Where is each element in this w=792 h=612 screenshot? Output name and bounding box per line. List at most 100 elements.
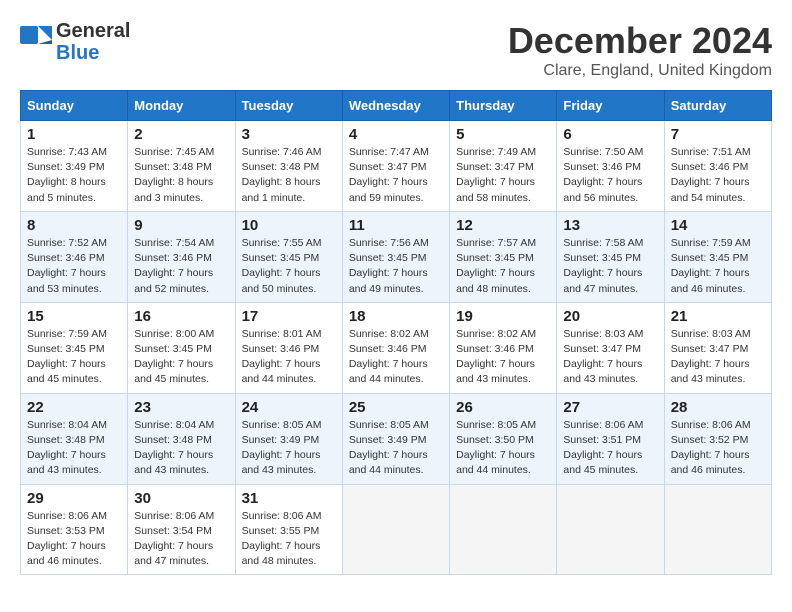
day-detail: Sunrise: 7:45 AMSunset: 3:48 PMDaylight:… (134, 145, 228, 206)
day-detail: Sunrise: 8:03 AMSunset: 3:47 PMDaylight:… (563, 327, 657, 388)
calendar-cell: 23 Sunrise: 8:04 AMSunset: 3:48 PMDaylig… (128, 393, 235, 484)
day-detail: Sunrise: 7:49 AMSunset: 3:47 PMDaylight:… (456, 145, 550, 206)
day-number: 3 (242, 126, 336, 143)
header-wednesday: Wednesday (342, 91, 449, 121)
calendar-cell: 14 Sunrise: 7:59 AMSunset: 3:45 PMDaylig… (664, 211, 771, 302)
calendar-cell: 30 Sunrise: 8:06 AMSunset: 3:54 PMDaylig… (128, 484, 235, 575)
calendar-cell: 20 Sunrise: 8:03 AMSunset: 3:47 PMDaylig… (557, 302, 664, 393)
calendar-cell (342, 484, 449, 575)
day-number: 26 (456, 399, 550, 416)
logo-blue: Blue (56, 42, 99, 64)
day-detail: Sunrise: 7:50 AMSunset: 3:46 PMDaylight:… (563, 145, 657, 206)
day-number: 6 (563, 126, 657, 143)
day-number: 28 (671, 399, 765, 416)
day-detail: Sunrise: 8:04 AMSunset: 3:48 PMDaylight:… (27, 418, 121, 479)
day-number: 16 (134, 308, 228, 325)
header-saturday: Saturday (664, 91, 771, 121)
day-detail: Sunrise: 8:00 AMSunset: 3:45 PMDaylight:… (134, 327, 228, 388)
calendar-cell: 24 Sunrise: 8:05 AMSunset: 3:49 PMDaylig… (235, 393, 342, 484)
day-detail: Sunrise: 7:57 AMSunset: 3:45 PMDaylight:… (456, 236, 550, 297)
page-header: General Blue December 2024 Clare, Englan… (20, 20, 772, 80)
calendar-cell: 28 Sunrise: 8:06 AMSunset: 3:52 PMDaylig… (664, 393, 771, 484)
day-detail: Sunrise: 8:06 AMSunset: 3:52 PMDaylight:… (671, 418, 765, 479)
day-detail: Sunrise: 8:05 AMSunset: 3:50 PMDaylight:… (456, 418, 550, 479)
logo-icon (20, 26, 52, 58)
day-detail: Sunrise: 8:02 AMSunset: 3:46 PMDaylight:… (349, 327, 443, 388)
calendar-cell: 25 Sunrise: 8:05 AMSunset: 3:49 PMDaylig… (342, 393, 449, 484)
calendar-cell: 19 Sunrise: 8:02 AMSunset: 3:46 PMDaylig… (450, 302, 557, 393)
day-detail: Sunrise: 7:51 AMSunset: 3:46 PMDaylight:… (671, 145, 765, 206)
calendar-cell (664, 484, 771, 575)
day-detail: Sunrise: 7:54 AMSunset: 3:46 PMDaylight:… (134, 236, 228, 297)
day-detail: Sunrise: 8:06 AMSunset: 3:53 PMDaylight:… (27, 509, 121, 570)
calendar-cell: 10 Sunrise: 7:55 AMSunset: 3:45 PMDaylig… (235, 211, 342, 302)
day-number: 17 (242, 308, 336, 325)
calendar-week-3: 15 Sunrise: 7:59 AMSunset: 3:45 PMDaylig… (21, 302, 772, 393)
calendar-week-5: 29 Sunrise: 8:06 AMSunset: 3:53 PMDaylig… (21, 484, 772, 575)
calendar-cell: 17 Sunrise: 8:01 AMSunset: 3:46 PMDaylig… (235, 302, 342, 393)
calendar-cell: 9 Sunrise: 7:54 AMSunset: 3:46 PMDayligh… (128, 211, 235, 302)
day-number: 30 (134, 490, 228, 507)
day-number: 20 (563, 308, 657, 325)
calendar-cell: 1 Sunrise: 7:43 AMSunset: 3:49 PMDayligh… (21, 121, 128, 212)
calendar-cell: 6 Sunrise: 7:50 AMSunset: 3:46 PMDayligh… (557, 121, 664, 212)
day-number: 18 (349, 308, 443, 325)
day-number: 7 (671, 126, 765, 143)
header-monday: Monday (128, 91, 235, 121)
day-detail: Sunrise: 7:52 AMSunset: 3:46 PMDaylight:… (27, 236, 121, 297)
header-tuesday: Tuesday (235, 91, 342, 121)
day-number: 11 (349, 217, 443, 234)
day-number: 25 (349, 399, 443, 416)
day-detail: Sunrise: 7:59 AMSunset: 3:45 PMDaylight:… (27, 327, 121, 388)
day-number: 9 (134, 217, 228, 234)
day-detail: Sunrise: 8:02 AMSunset: 3:46 PMDaylight:… (456, 327, 550, 388)
day-number: 29 (27, 490, 121, 507)
day-detail: Sunrise: 8:05 AMSunset: 3:49 PMDaylight:… (242, 418, 336, 479)
calendar-cell: 7 Sunrise: 7:51 AMSunset: 3:46 PMDayligh… (664, 121, 771, 212)
calendar-week-2: 8 Sunrise: 7:52 AMSunset: 3:46 PMDayligh… (21, 211, 772, 302)
day-detail: Sunrise: 7:47 AMSunset: 3:47 PMDaylight:… (349, 145, 443, 206)
calendar-cell (557, 484, 664, 575)
day-detail: Sunrise: 8:01 AMSunset: 3:46 PMDaylight:… (242, 327, 336, 388)
calendar-cell: 31 Sunrise: 8:06 AMSunset: 3:55 PMDaylig… (235, 484, 342, 575)
calendar-cell: 4 Sunrise: 7:47 AMSunset: 3:47 PMDayligh… (342, 121, 449, 212)
calendar-week-1: 1 Sunrise: 7:43 AMSunset: 3:49 PMDayligh… (21, 121, 772, 212)
day-number: 23 (134, 399, 228, 416)
calendar-cell: 12 Sunrise: 7:57 AMSunset: 3:45 PMDaylig… (450, 211, 557, 302)
day-number: 13 (563, 217, 657, 234)
day-detail: Sunrise: 7:58 AMSunset: 3:45 PMDaylight:… (563, 236, 657, 297)
day-detail: Sunrise: 8:04 AMSunset: 3:48 PMDaylight:… (134, 418, 228, 479)
calendar-cell: 22 Sunrise: 8:04 AMSunset: 3:48 PMDaylig… (21, 393, 128, 484)
calendar-cell: 2 Sunrise: 7:45 AMSunset: 3:48 PMDayligh… (128, 121, 235, 212)
header-thursday: Thursday (450, 91, 557, 121)
calendar-header-row: SundayMondayTuesdayWednesdayThursdayFrid… (21, 91, 772, 121)
calendar-cell: 8 Sunrise: 7:52 AMSunset: 3:46 PMDayligh… (21, 211, 128, 302)
day-number: 8 (27, 217, 121, 234)
day-detail: Sunrise: 8:06 AMSunset: 3:55 PMDaylight:… (242, 509, 336, 570)
day-detail: Sunrise: 7:56 AMSunset: 3:45 PMDaylight:… (349, 236, 443, 297)
calendar-cell: 15 Sunrise: 7:59 AMSunset: 3:45 PMDaylig… (21, 302, 128, 393)
header-sunday: Sunday (21, 91, 128, 121)
day-detail: Sunrise: 8:05 AMSunset: 3:49 PMDaylight:… (349, 418, 443, 479)
day-number: 15 (27, 308, 121, 325)
calendar-week-4: 22 Sunrise: 8:04 AMSunset: 3:48 PMDaylig… (21, 393, 772, 484)
calendar-cell: 29 Sunrise: 8:06 AMSunset: 3:53 PMDaylig… (21, 484, 128, 575)
day-number: 4 (349, 126, 443, 143)
day-number: 12 (456, 217, 550, 234)
calendar-cell: 26 Sunrise: 8:05 AMSunset: 3:50 PMDaylig… (450, 393, 557, 484)
calendar-cell: 13 Sunrise: 7:58 AMSunset: 3:45 PMDaylig… (557, 211, 664, 302)
day-detail: Sunrise: 8:06 AMSunset: 3:54 PMDaylight:… (134, 509, 228, 570)
calendar-cell: 11 Sunrise: 7:56 AMSunset: 3:45 PMDaylig… (342, 211, 449, 302)
day-number: 21 (671, 308, 765, 325)
day-number: 1 (27, 126, 121, 143)
day-number: 19 (456, 308, 550, 325)
calendar-cell: 27 Sunrise: 8:06 AMSunset: 3:51 PMDaylig… (557, 393, 664, 484)
calendar-cell: 16 Sunrise: 8:00 AMSunset: 3:45 PMDaylig… (128, 302, 235, 393)
day-number: 22 (27, 399, 121, 416)
day-detail: Sunrise: 7:59 AMSunset: 3:45 PMDaylight:… (671, 236, 765, 297)
day-number: 24 (242, 399, 336, 416)
calendar-cell: 21 Sunrise: 8:03 AMSunset: 3:47 PMDaylig… (664, 302, 771, 393)
calendar-cell (450, 484, 557, 575)
day-number: 14 (671, 217, 765, 234)
calendar-cell: 18 Sunrise: 8:02 AMSunset: 3:46 PMDaylig… (342, 302, 449, 393)
